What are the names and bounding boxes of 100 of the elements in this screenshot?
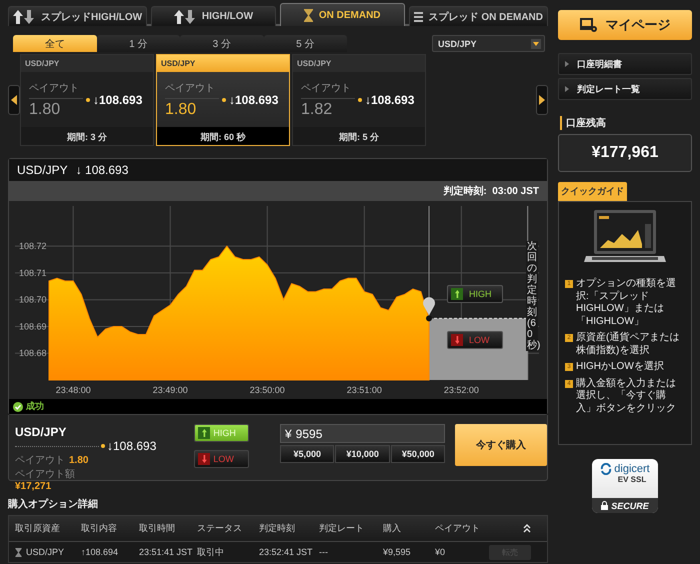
- duration-filter[interactable]: 3 分: [180, 35, 264, 52]
- up-down-arrows-icon: [13, 10, 35, 24]
- up-arrow-icon: [202, 429, 207, 437]
- payout-amount-label: ペイアウト額: [15, 468, 76, 481]
- axis-label: 23:51:00: [346, 385, 382, 395]
- high-button[interactable]: HIGH: [447, 285, 503, 303]
- card-asset: USD/JPY: [293, 55, 425, 72]
- status-text: 成功: [26, 400, 44, 413]
- duration-filter[interactable]: 5 分: [264, 35, 347, 52]
- down-arrow-icon: [202, 455, 207, 463]
- collapse-icon[interactable]: [523, 524, 531, 533]
- table-cell-text: 23:51:41 JST: [139, 547, 194, 557]
- table-cell-text: ¥9,595: [383, 547, 412, 557]
- payout-value: 1.82: [301, 100, 334, 118]
- buy-now-button[interactable]: 今すぐ購入: [455, 424, 548, 466]
- column-header: ステータス: [197, 522, 243, 535]
- product-tab[interactable]: スプレッド ON DEMAND: [408, 6, 548, 26]
- right-triangle-icon: [565, 61, 569, 67]
- step-text: HIGHかLOWを選択: [576, 361, 664, 374]
- axis-label: 23:49:00: [152, 385, 188, 395]
- right-triangle-icon: [539, 95, 545, 105]
- right-triangle-icon: [565, 86, 569, 92]
- rate-value: ↓108.693: [93, 92, 142, 106]
- axis-label: 108.69: [19, 321, 47, 332]
- previous-button[interactable]: [8, 85, 20, 115]
- hourglass-icon: [304, 8, 313, 22]
- secure-label: SECURE: [611, 500, 649, 510]
- payout-label: ペイアウト: [15, 454, 65, 467]
- trade-asset: USD/JPY: [15, 425, 68, 439]
- table-cell: USD/JPY: [26, 547, 64, 557]
- product-tab[interactable]: HIGH/LOW: [151, 6, 276, 26]
- payout-amount: ¥17,271: [15, 481, 52, 492]
- down-arrow-icon: [454, 336, 460, 344]
- asset-select[interactable]: USD/JPY: [432, 35, 545, 52]
- duration-filter[interactable]: 1 分: [96, 35, 180, 52]
- sidebar-link[interactable]: 判定レート一覧: [558, 78, 692, 100]
- payout-value: 1.80: [165, 100, 198, 118]
- left-triangle-icon: [11, 95, 17, 105]
- stripes-icon: [414, 12, 423, 22]
- amount-preset[interactable]: ¥10,000: [335, 445, 390, 463]
- section-title: 購入オプション詳細: [8, 497, 99, 511]
- balance-value: ¥177,961: [592, 144, 658, 162]
- payout-label: ペイアウト: [301, 80, 355, 98]
- option-card[interactable]: USD/JPY ペイアウト 1.80 ↓108.693 期間: 60 秒: [156, 54, 290, 146]
- option-card[interactable]: USD/JPY ペイアウト 1.80 ↓108.693 期間: 3 分: [20, 54, 154, 146]
- column-header: 判定時刻: [259, 522, 296, 535]
- next-button[interactable]: [536, 85, 548, 115]
- period-label: 期間: 3 分: [21, 127, 153, 145]
- period-label: 期間: 60 秒: [157, 127, 289, 145]
- amount-preset[interactable]: ¥50,000: [390, 445, 446, 463]
- hourglass-icon: [15, 548, 22, 556]
- table-cell-text: ---: [319, 547, 329, 557]
- location-pin-icon[interactable]: [423, 297, 436, 322]
- axis-label: 23:50:00: [250, 385, 285, 395]
- balance-label: 口座残高: [560, 116, 692, 130]
- table-cell-text: ↑108.694: [81, 547, 120, 557]
- table-cell-text: ¥0: [435, 547, 446, 557]
- dot-icon: [358, 98, 362, 102]
- amount-preset[interactable]: ¥5,000: [280, 445, 334, 463]
- table-cell-text: 取引中: [197, 546, 225, 558]
- axis-label: 108.71: [19, 268, 47, 278]
- column-header: 取引時間: [139, 522, 176, 535]
- dropdown-icon: [531, 38, 541, 48]
- amount-field[interactable]: ¥ 9595: [280, 424, 446, 443]
- column-header: 判定レート: [319, 522, 365, 535]
- card-asset: USD/JPY: [21, 55, 153, 72]
- up-arrow-icon: [454, 290, 460, 298]
- rate-value: ↓108.693: [365, 92, 414, 106]
- axis-label: 23:48:00: [56, 385, 91, 395]
- option-card[interactable]: USD/JPY ペイアウト 1.82 ↓108.693 期間: 5 分: [292, 54, 426, 146]
- duration-filter[interactable]: 全て: [13, 35, 96, 52]
- payout-label: ペイアウト: [29, 80, 83, 98]
- rate-value: ↓108.693: [229, 92, 278, 106]
- column-header: 取引原資産: [15, 522, 61, 535]
- step-text: 購入金額を入力または選択し、「今すぐ購入」ボタンをクリック: [576, 378, 677, 415]
- trade-rate: ↓108.693: [107, 439, 156, 453]
- step-text: オプションの種類を選択:「スプレッドHIGHLOW」または「HIGHLOW」: [576, 278, 677, 328]
- axis-label: 108.72: [19, 241, 47, 252]
- product-tab[interactable]: ON DEMAND: [280, 3, 405, 26]
- dot-icon: [101, 444, 105, 448]
- low-button[interactable]: LOW: [194, 450, 250, 468]
- circular-arrows-icon: [600, 463, 612, 475]
- low-button[interactable]: LOW: [447, 331, 503, 349]
- my-page-button[interactable]: マイページ: [558, 10, 692, 40]
- column-header: 購入: [383, 522, 402, 535]
- card-asset: USD/JPY: [157, 55, 289, 72]
- column-header: 取引内容: [81, 522, 118, 535]
- table-cell-text: 23:52:41 JST: [259, 547, 314, 557]
- brand-name: digicert: [614, 463, 650, 475]
- dot-icon: [222, 98, 226, 102]
- product-tab[interactable]: スプレッドHIGH/LOW: [8, 6, 148, 26]
- step-text: 原資産(通貨ペアまたは株価指数)を選択: [576, 332, 680, 357]
- up-down-arrows-icon: [174, 10, 196, 24]
- currency-symbol: ¥: [284, 426, 292, 440]
- computer-gear-icon: [580, 18, 598, 32]
- payout-value: 1.80: [69, 455, 88, 466]
- amount-input[interactable]: 9595: [296, 426, 416, 440]
- sidebar-link[interactable]: 口座明細書: [558, 53, 692, 75]
- period-label: 期間: 5 分: [293, 127, 425, 145]
- badge-subtitle: EV SSL: [618, 475, 646, 484]
